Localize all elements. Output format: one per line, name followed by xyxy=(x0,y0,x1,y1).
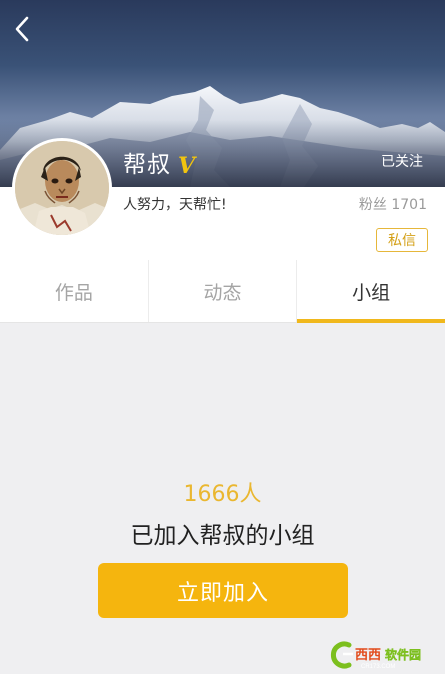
tab-works[interactable]: 作品 xyxy=(0,260,148,322)
avatar[interactable] xyxy=(12,138,112,238)
private-message-button[interactable]: 私信 xyxy=(376,228,428,252)
watermark-logo: 西西 软件园 CR173.COM xyxy=(327,640,439,670)
group-description: 已加入帮叔的小组 xyxy=(130,523,315,549)
profile-tabs: 作品 动态 小组 xyxy=(0,260,445,323)
fans-count: 粉丝 1701 xyxy=(358,197,427,213)
verified-badge-icon: V xyxy=(178,153,196,179)
watermark-logo-image: 西西 软件园 CR173.COM xyxy=(330,641,421,670)
chevron-left-icon xyxy=(15,16,29,42)
join-group-button[interactable]: 立即加入 xyxy=(98,563,348,618)
avatar-portrait-image xyxy=(15,141,109,235)
back-button[interactable] xyxy=(14,16,46,48)
svg-text:软件园: 软件园 xyxy=(385,647,421,662)
svg-text:CR173.COM: CR173.COM xyxy=(361,664,395,670)
username: 帮叔 xyxy=(123,152,171,178)
svg-text:西西: 西西 xyxy=(355,647,381,662)
profile-motto: 人努力，天帮忙! xyxy=(123,197,227,213)
group-member-count: 1666人 xyxy=(183,482,262,507)
tab-group[interactable]: 小组 xyxy=(296,260,445,323)
tab-activity[interactable]: 动态 xyxy=(147,260,297,322)
follow-status-button[interactable]: 已关注 xyxy=(381,152,423,172)
